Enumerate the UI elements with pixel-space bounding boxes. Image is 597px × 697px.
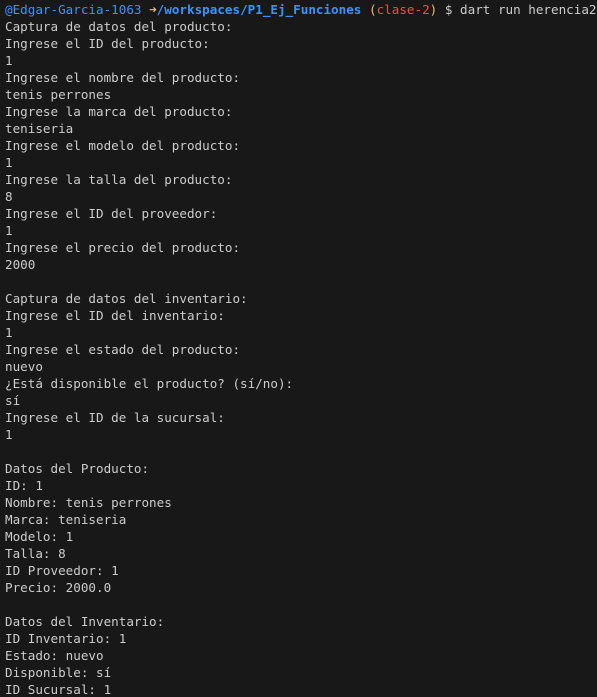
output-line: 1 [5, 325, 13, 340]
output-line: Ingrese el precio del producto: [5, 240, 241, 255]
output-line: Ingrese la talla del producto: [5, 172, 233, 187]
prompt-arrow-icon: ➜ [149, 2, 157, 17]
output-line: 1 [5, 427, 13, 442]
output-line: Ingrese el modelo del producto: [5, 138, 241, 153]
output-line: Estado: nuevo [5, 648, 104, 663]
prompt-branch: clase-2 [376, 2, 430, 17]
prompt-symbol: $ [444, 2, 453, 17]
output-line: ID Proveedor: 1 [5, 563, 119, 578]
prompt-path: /workspaces/P1_Ej_Funciones [156, 2, 362, 17]
output-line: 1 [5, 155, 13, 170]
output-line: 1 [5, 223, 13, 238]
output-line: sí [5, 393, 21, 408]
output-line: teniseria [5, 121, 74, 136]
output-line: Ingrese el ID del producto: [5, 36, 210, 51]
output-line: Ingrese el estado del producto: [5, 342, 241, 357]
output-line: ID: 1 [5, 478, 43, 493]
output-line: nuevo [5, 359, 43, 374]
output-line: Captura de datos del inventario: [5, 291, 248, 306]
terminal-output[interactable]: @Edgar-Garcia-1063 ➜/workspaces/P1_Ej_Fu… [0, 0, 597, 697]
program-output: Captura de datos del producto: Ingrese el… [5, 18, 597, 697]
output-line: Talla: 8 [5, 546, 66, 561]
output-line: Datos del Inventario: [5, 614, 165, 629]
output-line: Ingrese el ID de la sucursal: [5, 410, 225, 425]
output-line: Disponible: sí [5, 665, 112, 680]
output-line: Captura de datos del producto: [5, 19, 233, 34]
output-line: ID Sucursal: 1 [5, 682, 112, 697]
output-line: Precio: 2000.0 [5, 580, 112, 595]
output-line: Modelo: 1 [5, 529, 74, 544]
output-line: 2000 [5, 257, 36, 272]
output-line: ID Inventario: 1 [5, 631, 127, 646]
output-line: Ingrese la marca del producto: [5, 104, 233, 119]
output-line: 1 [5, 53, 13, 68]
output-line: Marca: teniseria [5, 512, 127, 527]
prompt-branch-open: ( [368, 2, 377, 17]
output-line: Ingrese el ID del proveedor: [5, 206, 218, 221]
output-line: Ingrese el ID del inventario: [5, 308, 225, 323]
prompt-command: dart run herencia2.dart [460, 2, 597, 17]
prompt-branch-close: ) [429, 2, 438, 17]
output-line: Ingrese el nombre del producto: [5, 70, 241, 85]
output-line: Nombre: tenis perrones [5, 495, 172, 510]
output-line: Datos del Producto: [5, 461, 150, 476]
output-line: ¿Está disponible el producto? (sí/no): [5, 376, 294, 391]
output-line: tenis perrones [5, 87, 112, 102]
prompt-user: @Edgar-Garcia-1063 [5, 2, 142, 17]
prompt-line: @Edgar-Garcia-1063 ➜/workspaces/P1_Ej_Fu… [5, 1, 597, 18]
output-line: 8 [5, 189, 13, 204]
